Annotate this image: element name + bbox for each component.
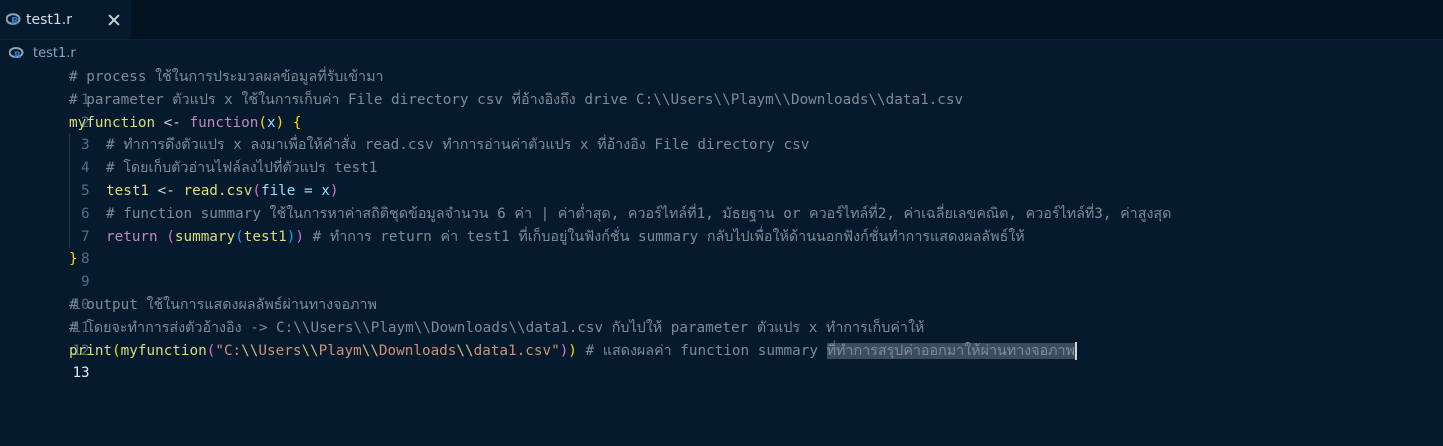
parameter-x: x <box>267 114 276 131</box>
r-language-icon: R <box>6 13 21 26</box>
code-line-10: 10 <box>0 271 1443 313</box>
selected-text[interactable]: ที่ทำการสรุปค่าออกมาให้ผ่านทางจอภาพ <box>826 342 1076 359</box>
assign-operator: <- <box>155 114 190 131</box>
breadcrumb: R test1.r <box>0 40 1443 66</box>
code-editor[interactable]: 1 # process ใช้ในการประมวลผลข้อมูลที่รับ… <box>0 66 1443 446</box>
function-name: myfunction <box>69 114 156 131</box>
string-escape: \\ <box>241 342 259 359</box>
string-part: Users <box>258 342 302 359</box>
paren-close: ) <box>568 342 577 359</box>
brace-open: { <box>284 114 302 131</box>
paren-close: ) <box>559 342 569 359</box>
comment: # ทำการดึงตัวแปร x ลงมาเพื่อให้คำสั่ง re… <box>106 137 810 154</box>
code-line-4: 4 # ทำการดึงตัวแปร x ลงมาเพื่อให้คำสั่ง … <box>0 134 1443 176</box>
string-escape: \\ <box>301 342 319 359</box>
indent-guide <box>69 202 70 226</box>
paren-close: ) <box>329 182 339 199</box>
code-line-9: 9 } <box>0 248 1443 290</box>
svg-text:R: R <box>11 16 19 26</box>
r-language-icon: R <box>9 47 24 59</box>
string-part: data1.csv" <box>473 342 560 359</box>
paren-open: ( <box>258 114 267 131</box>
return-keyword: return <box>106 228 158 245</box>
code-line-1: 1 # process ใช้ในการประมวลผลข้อมูลที่รับ… <box>0 66 1443 108</box>
function-call-read-csv: read.csv <box>183 182 253 199</box>
brace-close: } <box>69 251 78 268</box>
string-part: Downloads <box>378 342 457 359</box>
string-escape: \\ <box>456 342 474 359</box>
paren-open: ( <box>235 228 244 245</box>
code-line-7: 7 # function summary ใช้ในการหาค่าสถิติช… <box>0 202 1443 245</box>
code-line-5: 5 # โดยเก็บตัวอ่านไฟล์ลงไปที่ตัวแปร test… <box>0 157 1443 199</box>
line-number: 13 <box>72 365 90 382</box>
function-call-summary: summary <box>174 228 236 245</box>
paren-open: ( <box>157 228 175 245</box>
comment: # function summary ใช้ในการหาค่าสถิติชุด… <box>106 205 1172 222</box>
variable-test1: test1 <box>106 182 150 199</box>
close-icon[interactable] <box>107 13 121 27</box>
paren-open: ( <box>112 342 121 359</box>
paren-open: ( <box>252 182 261 199</box>
argument: test1 <box>243 228 287 245</box>
code-line-13: 13 print(myfunction("C:\\Users\\Playm\\D… <box>0 340 1443 381</box>
argument: file = x <box>260 182 330 199</box>
svg-text:R: R <box>14 51 21 59</box>
comment: # แสดงผลค่า function summary <box>576 342 827 359</box>
string-part: "C: <box>215 342 242 359</box>
tab-bar: R test1.r <box>0 0 1443 40</box>
comment: # process ใช้ในการประมวลผลข้อมูลที่รับเข… <box>69 69 384 85</box>
code-line-2: 2 # parameter ตัวแปร x ใช้ในการเก็บค่า F… <box>0 89 1443 131</box>
indent-guide <box>69 225 70 249</box>
tab-test1-r[interactable]: R test1.r <box>0 0 131 39</box>
editor-window: R test1.r R test1.r 1 # process ใช้ในการ… <box>0 0 1443 446</box>
paren-close: ) <box>275 114 285 131</box>
code-line-3: 3 myfunction <- function(x) { <box>0 112 1443 154</box>
string-part: Playm <box>318 342 362 359</box>
paren-close: ) <box>295 228 305 245</box>
breadcrumb-file[interactable]: test1.r <box>33 46 76 61</box>
assign-operator: <- <box>149 182 184 199</box>
function-call-myfunction: myfunction <box>120 342 207 359</box>
indent-guide <box>69 157 70 180</box>
text-cursor <box>1075 341 1078 360</box>
function-keyword: function <box>189 114 259 131</box>
code-line-12: 12 # โดยจะทำการส่งตัวอ้างอิง -> C:\\User… <box>0 317 1443 359</box>
tab-title: test1.r <box>26 11 72 28</box>
code-line-6: 6 test1 <- read.csv(file = x) <box>0 179 1443 222</box>
comment: # parameter ตัวแปร x ใช้ในการเก็บค่า Fil… <box>69 91 964 108</box>
indent-guide <box>69 134 70 158</box>
function-call-print: print <box>69 342 113 359</box>
code-line-8: 8 return (summary(test1)) # ทำการ return… <box>0 225 1443 267</box>
string-escape: \\ <box>361 342 379 359</box>
comment: # โดยจะทำการส่งตัวอ้างอิง -> C:\\Users\\… <box>69 319 925 336</box>
code-line-11: 11 # output ใช้ในการแสดงผลลัพธ์ผ่านทางจอ… <box>0 294 1443 336</box>
comment: # ทำการ return ค่า test1 ที่เก็บอยู่ในฟั… <box>304 228 1025 245</box>
comment: # output ใช้ในการแสดงผลลัพธ์ผ่านทางจอภาพ <box>69 296 377 313</box>
indent-guide <box>69 179 70 203</box>
comment: # โดยเก็บตัวอ่านไฟล์ลงไปที่ตัวแปร test1 <box>106 160 378 177</box>
